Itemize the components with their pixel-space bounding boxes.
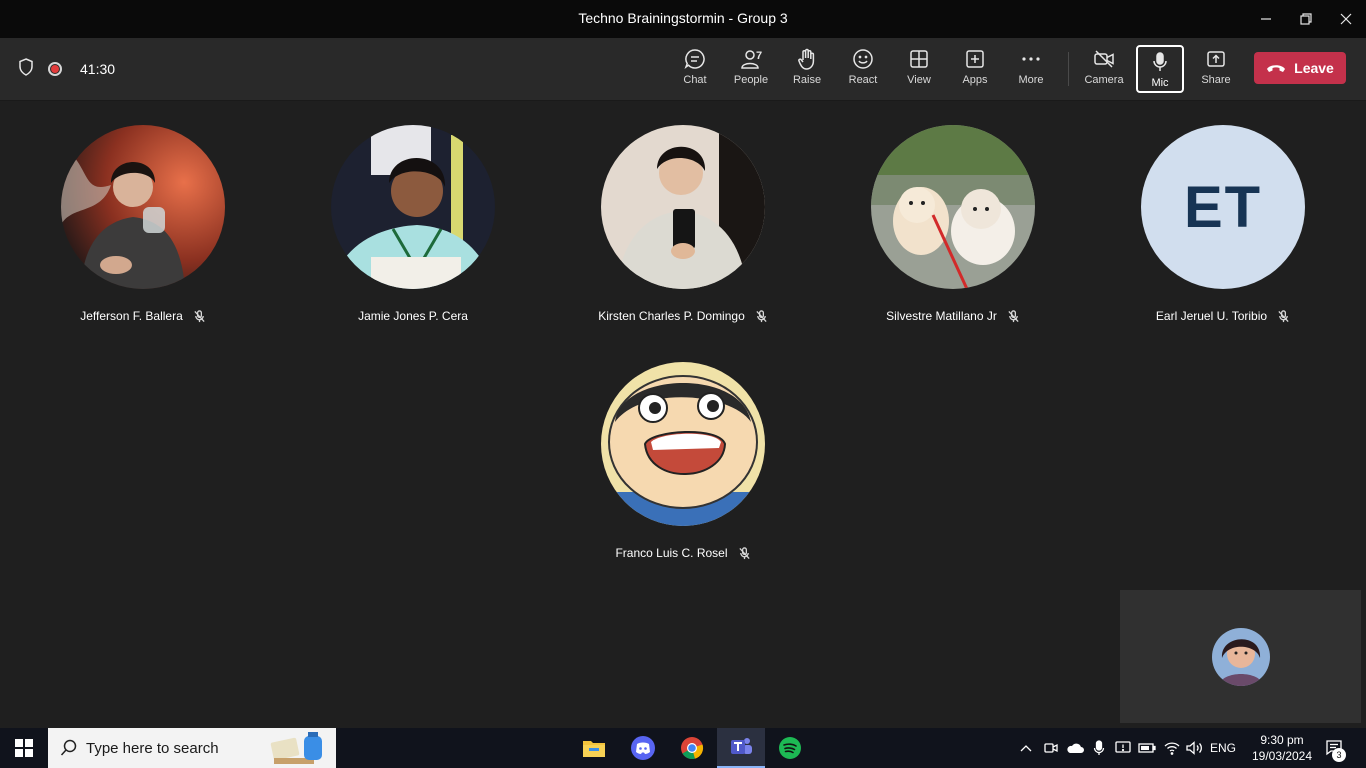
toolbar-divider — [1068, 52, 1069, 86]
spotify-icon[interactable] — [766, 728, 814, 768]
close-icon[interactable] — [1324, 0, 1366, 38]
chrome-icon[interactable] — [668, 728, 716, 768]
participant-tile[interactable]: Jamie Jones P. Cera — [278, 125, 548, 323]
raise-hand-button[interactable]: Raise — [781, 42, 833, 96]
battery-icon[interactable] — [1137, 728, 1157, 768]
network-warning-icon[interactable] — [1113, 728, 1133, 768]
microphone-tray-icon[interactable] — [1089, 728, 1109, 768]
mic-button[interactable]: Mic — [1136, 45, 1184, 93]
teams-icon[interactable] — [717, 728, 765, 768]
people-button[interactable]: 7 People — [725, 42, 777, 96]
onedrive-icon[interactable] — [1064, 728, 1086, 768]
more-icon — [1022, 57, 1040, 61]
language-indicator[interactable]: ENG — [1208, 728, 1238, 768]
share-icon — [1207, 51, 1225, 67]
mic-off-icon — [193, 309, 206, 323]
participant-name: Jefferson F. Ballera — [80, 309, 183, 323]
hang-up-icon — [1267, 65, 1286, 72]
minimize-icon[interactable] — [1244, 0, 1288, 38]
meeting-status: 41:30 — [18, 38, 115, 100]
meeting-toolbar: 41:30 Chat 7 People Raise React View App… — [0, 38, 1366, 101]
meet-now-icon[interactable] — [1041, 728, 1061, 768]
mic-off-icon — [755, 309, 768, 323]
participant-avatar — [601, 362, 765, 526]
search-icon — [60, 739, 77, 756]
participant-name: Kirsten Charles P. Domingo — [598, 309, 745, 323]
shield-icon — [18, 57, 34, 81]
chevron-up-icon[interactable] — [1016, 728, 1036, 768]
mic-off-icon — [738, 546, 751, 560]
wifi-icon[interactable] — [1161, 728, 1183, 768]
recording-icon — [48, 62, 62, 76]
participant-tile[interactable]: ET Earl Jeruel U. Toribio — [1088, 125, 1358, 323]
smiley-icon — [853, 49, 873, 69]
participant-avatar — [871, 125, 1035, 289]
file-explorer-icon[interactable] — [570, 728, 618, 768]
chat-icon — [684, 49, 705, 70]
notification-count: 3 — [1332, 748, 1346, 762]
search-highlight-icon — [270, 732, 322, 764]
react-button[interactable]: React — [837, 42, 889, 96]
participant-avatar — [61, 125, 225, 289]
volume-icon[interactable] — [1184, 728, 1206, 768]
participant-avatar — [601, 125, 765, 289]
apps-icon — [966, 50, 984, 68]
windows-start-icon[interactable] — [0, 728, 48, 768]
meeting-timer: 41:30 — [80, 61, 116, 77]
participant-tile[interactable]: Kirsten Charles P. Domingo — [548, 125, 818, 323]
participant-name: Franco Luis C. Rosel — [615, 546, 728, 560]
grid-view-icon — [910, 50, 928, 68]
mic-off-icon — [1007, 309, 1020, 323]
windows-taskbar: Type here to search ENG 9:30 pm 19/03/20… — [0, 728, 1366, 768]
notifications-icon[interactable]: 3 — [1320, 728, 1350, 768]
leave-button[interactable]: Leave — [1254, 52, 1346, 84]
participant-avatar: ET — [1141, 125, 1305, 289]
participant-name: Jamie Jones P. Cera — [358, 309, 468, 323]
raise-hand-icon — [798, 48, 815, 70]
taskbar-clock[interactable]: 9:30 pm 19/03/2024 — [1244, 732, 1320, 764]
self-avatar — [1212, 628, 1270, 686]
participant-name: Silvestre Matillano Jr — [886, 309, 997, 323]
restore-icon[interactable] — [1284, 0, 1328, 38]
microphone-icon — [1153, 52, 1167, 71]
chat-button[interactable]: Chat — [669, 42, 721, 96]
participant-tile[interactable]: Jefferson F. Ballera — [8, 125, 278, 323]
window-title: Techno Brainingstormin - Group 3 — [578, 10, 788, 26]
participant-avatar — [331, 125, 495, 289]
share-button[interactable]: Share — [1190, 42, 1242, 96]
apps-button[interactable]: Apps — [949, 42, 1001, 96]
self-preview[interactable] — [1120, 590, 1361, 723]
participant-name: Earl Jeruel U. Toribio — [1155, 309, 1268, 323]
mic-off-icon — [1277, 309, 1290, 323]
participant-tile[interactable]: Silvestre Matillano Jr — [818, 125, 1088, 323]
people-count: 7 — [756, 50, 763, 62]
view-button[interactable]: View — [893, 42, 945, 96]
clock-time: 9:30 pm — [1260, 733, 1304, 747]
taskbar-search[interactable]: Type here to search — [48, 728, 336, 768]
camera-off-icon — [1094, 50, 1114, 68]
discord-icon[interactable] — [619, 728, 667, 768]
search-placeholder: Type here to search — [86, 739, 219, 757]
more-button[interactable]: More — [1005, 42, 1057, 96]
clock-date: 19/03/2024 — [1251, 749, 1313, 763]
avatar-initials: ET — [1141, 125, 1305, 289]
window-title-bar: Techno Brainingstormin - Group 3 — [0, 0, 1366, 38]
participant-tile[interactable]: Franco Luis C. Rosel — [548, 362, 818, 560]
camera-button[interactable]: Camera — [1078, 42, 1130, 96]
